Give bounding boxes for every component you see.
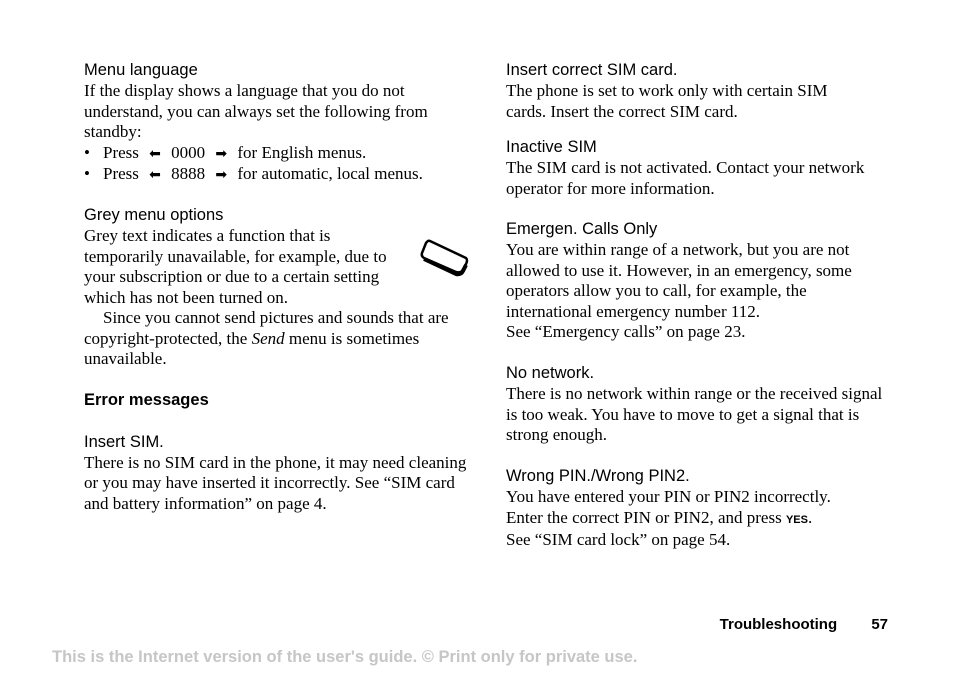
left-column: Menu language If the display shows a lan… [84, 60, 469, 514]
press-label: Press [103, 163, 139, 183]
insert-sim-body: There is no SIM card in the phone, it ma… [84, 452, 467, 513]
bullet-dot: • [84, 163, 90, 183]
insert-sim-heading: Insert SIM. [84, 432, 164, 451]
code: 0000 [171, 142, 206, 162]
bullet-automatic: • Press ⬅ 8888 ➡ for automatic, local me… [84, 164, 469, 185]
emergency-heading: Emergen. Calls Only [506, 220, 658, 238]
wrong-pin-body-2: Enter the correct PIN or PIN2, and press… [506, 507, 813, 527]
left-arrow-icon: ⬅ [149, 166, 161, 183]
page-number: 57 [871, 616, 888, 633]
no-network-heading: No network. [506, 364, 595, 382]
insert-correct-body: The phone is set to work only with certa… [506, 81, 828, 121]
error-messages-title: Error messages [84, 391, 209, 409]
no-network-body: There is no network within range or the … [506, 384, 883, 444]
grey-menu-heading: Grey menu options [84, 206, 224, 224]
press-label: Press [103, 142, 139, 162]
code: 8888 [171, 163, 206, 183]
internet-version-notice: This is the Internet version of the user… [52, 648, 638, 666]
bullet-dot: • [84, 142, 90, 162]
yes-key: YES [785, 513, 808, 526]
bullet-text: for automatic, local menus. [237, 163, 423, 183]
menu-language-body: If the display shows a language that you… [84, 81, 428, 141]
wrong-pin-ref: See “SIM card lock” on page 54. [506, 530, 731, 549]
emergency-ref: See “Emergency calls” on page 23. [506, 322, 746, 341]
page-footer: Troubleshooting 57 [720, 616, 888, 633]
right-arrow-icon: ➡ [215, 145, 228, 162]
left-arrow-icon: ⬅ [149, 145, 161, 162]
bullet-text: for English menus. [237, 142, 367, 162]
sim-card-note-icon [418, 238, 470, 283]
emergency-body: You are within range of a network, but y… [506, 240, 852, 321]
grey-menu-body-2: Since you cannot send pictures and sound… [84, 308, 449, 368]
section-name: Troubleshooting [719, 616, 838, 633]
insert-correct-heading: Insert correct SIM card. [506, 61, 678, 79]
send-menu-name: Send [251, 328, 285, 348]
inactive-sim-body: The SIM card is not activated. Contact y… [506, 158, 865, 198]
inactive-sim-heading: Inactive SIM [506, 138, 597, 156]
wrong-pin-heading: Wrong PIN./Wrong PIN2. [506, 467, 690, 485]
grey-menu-body: Grey text indicates a function that is t… [84, 226, 387, 307]
right-arrow-icon: ➡ [215, 166, 228, 183]
right-column: Insert correct SIM card. The phone is se… [506, 60, 896, 551]
menu-language-heading: Menu language [84, 61, 198, 79]
wrong-pin-body-1: You have entered your PIN or PIN2 incorr… [506, 487, 831, 506]
bullet-english: • Press ⬅ 0000 ➡ for English menus. [84, 143, 469, 164]
